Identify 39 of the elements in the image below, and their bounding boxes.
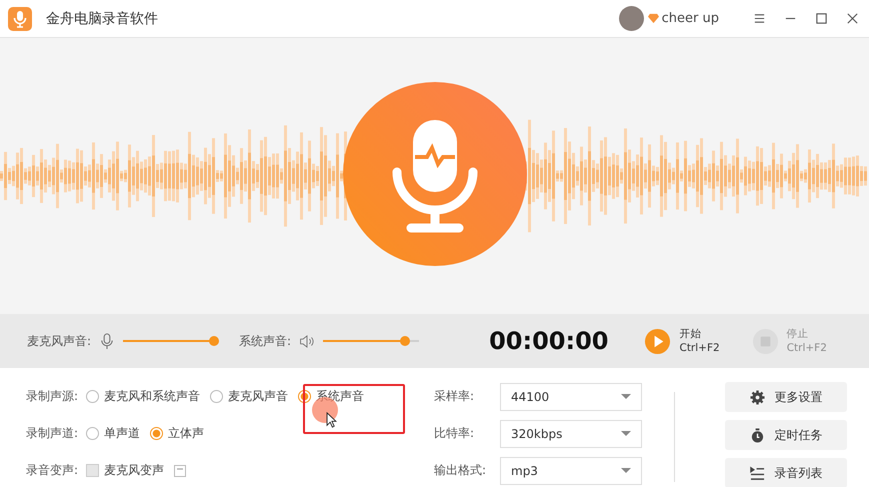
recording-timer: 00:00:00 [489, 327, 608, 355]
radio-option[interactable]: 单声道 [86, 425, 140, 442]
format-label: 比特率: [434, 425, 476, 442]
radio-option[interactable]: 麦克风和系统声音 [86, 388, 200, 405]
dropdown-field[interactable]: 44100 [500, 382, 642, 410]
checkbox-option[interactable]: 麦克风变声 [86, 462, 164, 479]
gear-icon [750, 390, 764, 404]
speaker-icon [299, 332, 316, 350]
setting-label: 录制声道: [26, 425, 78, 442]
side-button[interactable]: 录音列表 [725, 458, 847, 487]
help-icon[interactable] [174, 464, 186, 476]
radio-option[interactable]: 麦克风声音 [210, 388, 288, 405]
cursor-icon [326, 412, 337, 428]
volume-label: 麦克风声音: [27, 332, 92, 350]
app-logo-icon [8, 6, 32, 30]
menu-icon[interactable] [753, 12, 766, 25]
setting-label: 录音变声: [26, 462, 78, 479]
list-icon [750, 466, 764, 480]
side-button[interactable]: 定时任务 [725, 420, 847, 450]
maximize-icon[interactable] [815, 12, 828, 25]
stopwatch-icon [750, 428, 764, 442]
start-button[interactable]: 开始 Ctrl+F2 [644, 327, 720, 355]
radio-option[interactable]: 立体声 [150, 425, 204, 442]
volume-label: 系统声音: [239, 332, 292, 350]
close-icon[interactable] [846, 12, 859, 25]
dropdown-field[interactable]: mp3 [500, 456, 642, 484]
diamond-icon [648, 13, 659, 24]
microphone-icon [99, 332, 116, 350]
stop-icon [752, 328, 779, 354]
format-label: 输出格式: [434, 462, 488, 479]
dropdown-field[interactable]: 320kbps [500, 420, 642, 448]
record-microphone-icon[interactable] [342, 82, 526, 266]
play-icon [644, 328, 672, 354]
side-button[interactable]: 更多设置 [725, 382, 847, 412]
setting-label: 录制声源: [26, 388, 78, 405]
avatar[interactable] [618, 6, 644, 31]
user-name[interactable]: cheer up [662, 11, 719, 26]
format-label: 采样率: [434, 388, 476, 405]
window-title: 金舟电脑录音软件 [46, 10, 158, 28]
